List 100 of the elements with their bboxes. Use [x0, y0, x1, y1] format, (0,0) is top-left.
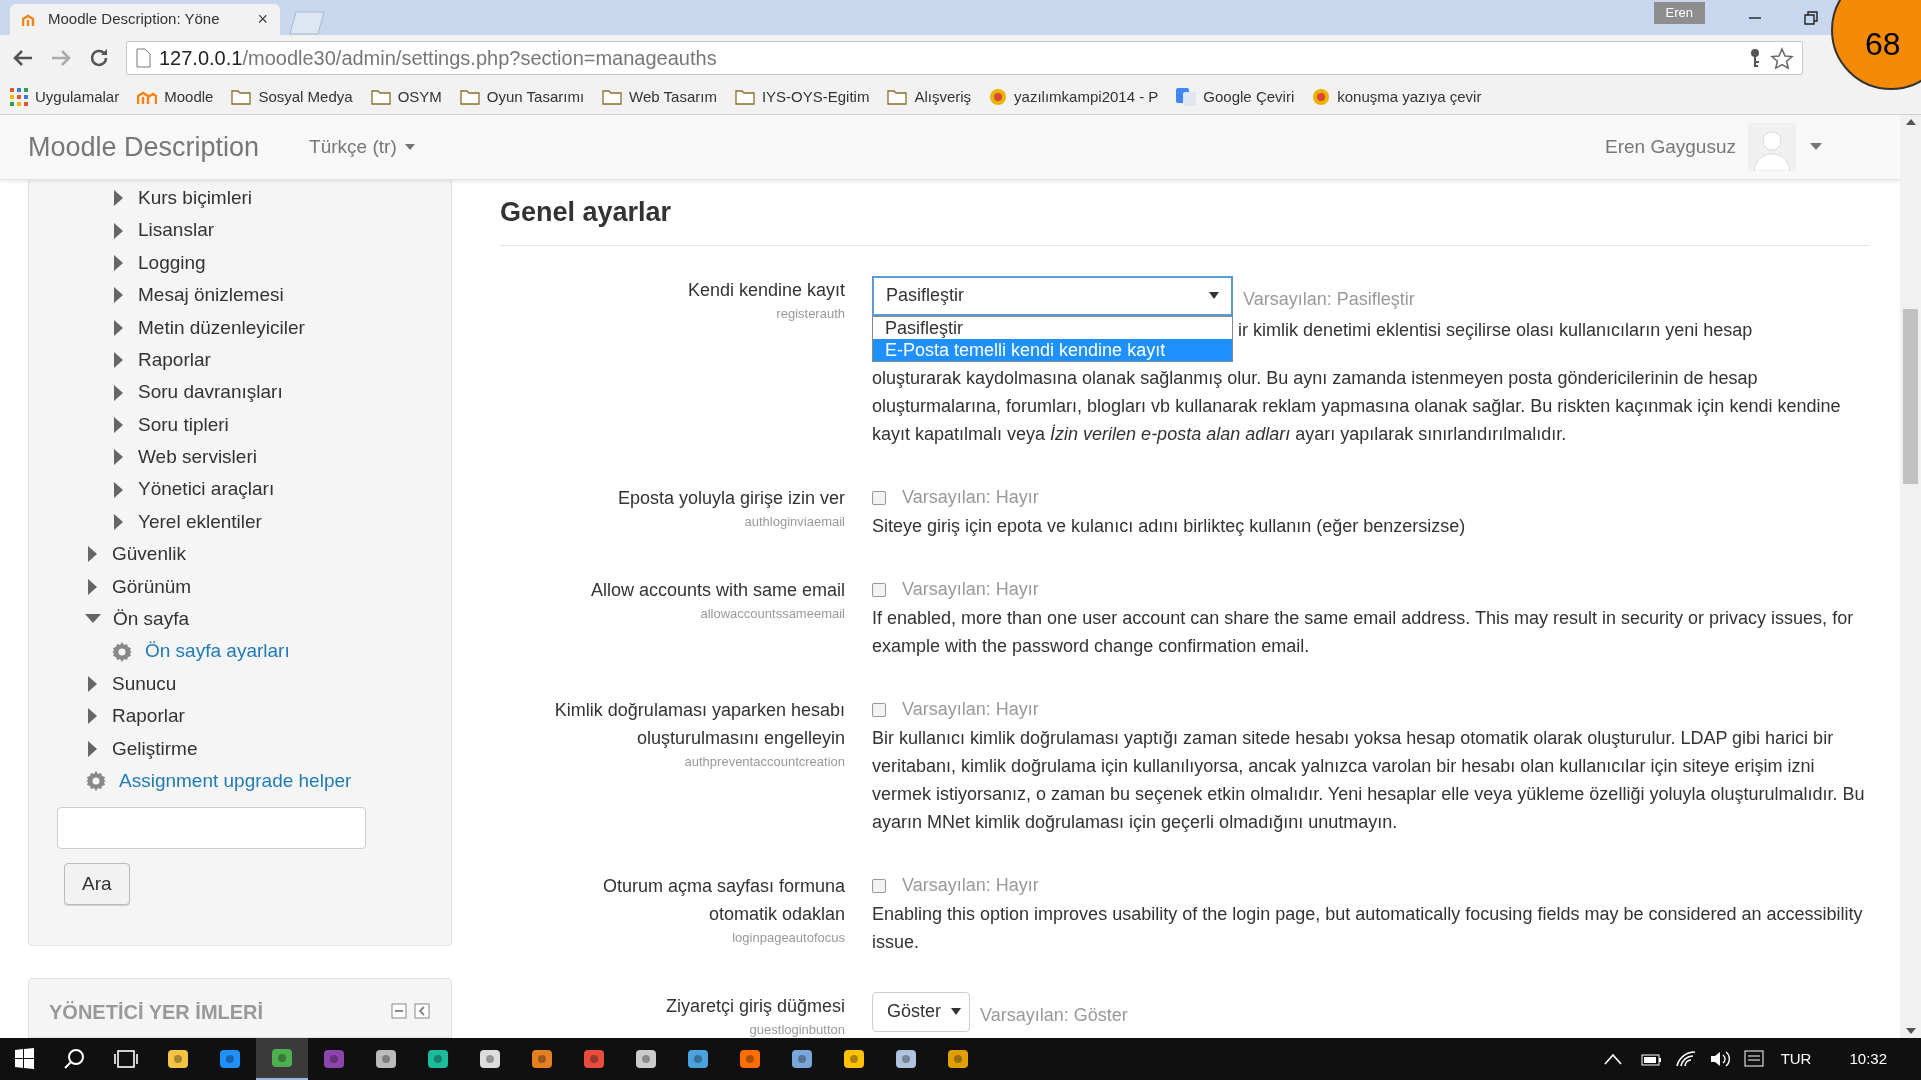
nav-item[interactable]: Logging [138, 248, 206, 278]
caret-right-icon[interactable] [114, 319, 123, 336]
wifi-icon[interactable] [1674, 1050, 1697, 1068]
user-name[interactable]: Eren Gaygusuz [1605, 132, 1736, 162]
select-field[interactable]: Pasifleştir [872, 275, 1233, 316]
search-field[interactable] [57, 807, 366, 850]
gear-icon [111, 640, 133, 663]
block-title: YÖNETİCİ YER İMLERİ [49, 1000, 265, 1026]
setting-label: Eposta yoluyla girişe izin ver [617, 486, 845, 510]
key-icon[interactable] [1748, 47, 1762, 68]
caret-right-icon[interactable] [114, 416, 123, 433]
checkbox[interactable] [872, 582, 886, 597]
checkbox[interactable] [872, 490, 886, 505]
setting-description: oluşturarak kaydolmasına olanak sağlanmış olur. Bu aynı zamanda istenmeyen posta göndericilerinin de hesap oluşturmalarına, forumları, blogları vb kullanarak reklam yapmasına olanak sağlar. Bu riskten kaçınmak için kendi kendine kayıt kapatılmalı veya İzin verilen e-posta alan adları ayarı yapılarak sınırlandırılmalıdır. [872, 366, 1842, 446]
scroll-down-icon[interactable] [1905, 1028, 1916, 1034]
caret-right-icon[interactable] [114, 254, 123, 271]
nav-item[interactable]: Sunucu [112, 669, 177, 699]
checkbox[interactable] [872, 702, 886, 717]
nav-link[interactable]: Assignment upgrade helper [119, 766, 352, 796]
bookmark-label[interactable]: konuşma yazıya çevir [1337, 85, 1482, 109]
caret-right-icon[interactable] [88, 546, 97, 563]
nav-item[interactable]: Mesaj önizlemesi [138, 281, 284, 310]
nav-link[interactable]: Ön sayfa ayarları [145, 637, 290, 666]
nav-item[interactable]: Soru tipleri [138, 410, 229, 440]
app-icon [530, 1048, 554, 1070]
nav-item[interactable]: Geliştirme [112, 734, 198, 764]
nav-item[interactable]: Yerel eklentiler [138, 507, 262, 537]
caret-right-icon[interactable] [114, 222, 123, 239]
nav-item[interactable]: Raporlar [138, 345, 211, 375]
nav-item[interactable]: Görünüm [112, 572, 192, 602]
nav-item[interactable]: Soru davranışları [138, 378, 283, 407]
bookmark-label[interactable]: Moodle [164, 85, 214, 109]
folder-icon [887, 89, 908, 105]
setting-name: allowaccountssameemail [700, 604, 845, 623]
app-icon [426, 1048, 450, 1070]
search-button[interactable]: Ara [64, 863, 130, 906]
setting-description: ir kimlik denetimi eklentisi seçilirse olası kullanıcıların yeni hesap [1238, 318, 1753, 342]
dropdown-option[interactable]: Pasifleştir [873, 316, 1232, 339]
bookmark-label[interactable]: Oyun Tasarımı [486, 85, 585, 109]
nav-item[interactable]: Raporlar [112, 702, 185, 731]
caret-down-icon[interactable] [85, 614, 101, 625]
clock[interactable]: 10:32 [1849, 1047, 1887, 1071]
url-text: 127.0.0.1/moodle30/admin/settings.php?section=manageauths [159, 45, 718, 71]
speaker-icon[interactable] [1708, 1050, 1731, 1068]
nav-item[interactable]: Web servisleri [138, 443, 257, 472]
caret-icon[interactable] [1810, 143, 1822, 151]
app-icon [686, 1048, 710, 1070]
app-icon [842, 1048, 866, 1070]
setting-name: authloginviaemail [744, 512, 845, 531]
caret-right-icon[interactable] [114, 352, 123, 369]
caret-right-icon[interactable] [114, 190, 123, 207]
nav-item[interactable]: Ön sayfa [113, 605, 190, 634]
bookmark-label[interactable]: Alışveriş [914, 85, 972, 109]
translate-icon [1176, 88, 1197, 106]
default-value: Varsayılan: Pasifleştir [1243, 288, 1415, 311]
bookmark-label[interactable]: OSYM [397, 85, 442, 109]
browser-tab[interactable]: Moodle Description: Yöne × [10, 4, 280, 35]
nav-item[interactable]: Yönetici araçları [138, 475, 275, 504]
caret-right-icon[interactable] [114, 481, 123, 498]
address-field[interactable]: 127.0.0.1/moodle30/admin/settings.php?section=manageauths [126, 40, 1803, 75]
setting-name: loginpageautofocus [732, 928, 845, 947]
folder-icon [370, 89, 391, 105]
folder-icon [231, 89, 252, 105]
bookmark-label[interactable]: Sosyal Medya [258, 85, 353, 109]
nav-item[interactable]: Metin düzenleyiciler [138, 313, 305, 342]
select-field[interactable]: Göster [872, 991, 971, 1032]
tab-close-button[interactable]: × [257, 6, 268, 33]
site-title[interactable]: Moodle Description [28, 126, 260, 168]
chevron-up-icon[interactable] [1602, 1052, 1623, 1066]
setting-description: Bir kullanıcı kimlik doğrulaması yaptığı zaman sitede hesabı yoksa hesap otomatik olarak oluşturulur. LDAP gibi harici bir veritabanı, kimlik doğrulama için kullanılıyorsa, ancak yalnızca varolan bir hesabı olan kullanıcılar için siteye erişim izni vermek istiyorsanız, o zaman bu seçenek etkin olmalıdır. Yeni hesaplar elle veya yükleme özelliği yoluyla oluşturulmalıdır. Bu ayarın MNet kimlik doğrulaması için geçerli olmadığını unutmayın. [872, 726, 1866, 834]
setting-label: Ziyaretçi giriş düğmesi [665, 994, 845, 1018]
nav-item[interactable]: Kurs biçimleri [138, 183, 253, 213]
caret-right-icon[interactable] [88, 676, 97, 693]
scrollbar-thumb[interactable] [1903, 309, 1918, 484]
block-controls-icon[interactable] [391, 1003, 431, 1020]
bookmark-label[interactable]: Web Tasarım [629, 85, 717, 109]
input-language[interactable]: TUR [1780, 1047, 1812, 1071]
star-icon[interactable] [1770, 46, 1794, 69]
setting-description: If enabled, more than one user account can share the same email address. This may result in security or privacy issues, for example with the password change confirmation email. [872, 606, 1855, 658]
language-menu[interactable]: Türkçe (tr) [309, 132, 415, 162]
caret-right-icon[interactable] [114, 449, 123, 466]
app-icon [894, 1048, 918, 1070]
checkbox[interactable] [872, 878, 886, 893]
bookmark-label[interactable]: Uygulamalar [35, 85, 120, 109]
scroll-up-icon[interactable] [1905, 119, 1916, 125]
caret-right-icon[interactable] [114, 287, 123, 304]
nav-item[interactable]: Güvenlik [112, 540, 186, 569]
caret-right-icon[interactable] [88, 740, 97, 757]
bookmark-label[interactable]: IYS-OYS-Egitim [761, 85, 870, 109]
bookmark-label[interactable]: yazılımkampi2014 - P [1014, 85, 1159, 109]
site-icon [1312, 88, 1331, 106]
caret-right-icon[interactable] [114, 384, 123, 401]
default-value: Varsayılan: Hayır [902, 698, 1039, 721]
caret-right-icon[interactable] [88, 578, 97, 595]
notifications-icon[interactable] [1742, 1049, 1765, 1069]
caret-right-icon[interactable] [88, 708, 97, 725]
caret-right-icon[interactable] [114, 514, 123, 531]
bookmark-label[interactable]: Google Çeviri [1203, 85, 1295, 109]
counter-badge: 68 [1831, 0, 1921, 90]
nav-item[interactable]: Lisanslar [138, 216, 215, 245]
